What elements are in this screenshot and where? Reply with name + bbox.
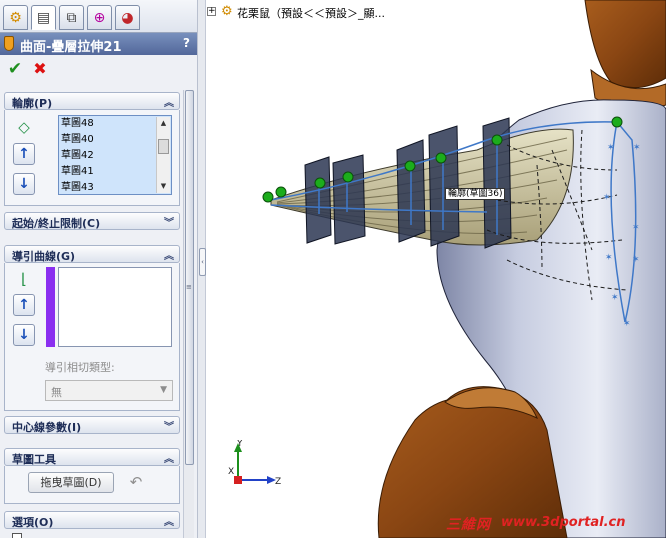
expand-chevron-icon: ︾ (164, 422, 174, 433)
guide-color-swatch (46, 267, 55, 347)
svg-text:✶: ✶ (632, 223, 640, 233)
options-group-label: 選項(O) (12, 516, 54, 529)
centerline-group-header[interactable]: 中心線參數(I) ︾ (4, 416, 180, 434)
centerline-group-label: 中心線參數(I) (12, 421, 82, 434)
chevron-down-icon: ▼ (160, 385, 167, 395)
drag-sketch-button[interactable]: 拖曳草圖(D) (28, 472, 114, 493)
undo-icon[interactable]: ↶ (126, 472, 146, 492)
expand-tree-icon[interactable]: + (207, 7, 216, 16)
list-item[interactable]: 草圖43 (61, 180, 94, 196)
move-up-button[interactable]: ↑ (13, 294, 35, 316)
profile-tooltip: 輪廓(草圖36) (445, 188, 506, 200)
property-manager-panel: ⚙ ▤ ⧉ ⊕ ◕ 曲面-疊層拉伸21 ? ✔ ✖ 輪廓(P) ︽ ◇ ↑ ↓ … (0, 0, 198, 538)
part-name: 花栗鼠（預設＜＜預設＞_顯... (237, 7, 385, 20)
tangent-type-label: 導引相切類型: (45, 361, 115, 374)
configuration-manager-icon: ⧉ (66, 9, 77, 26)
sketch-tools-group-header[interactable]: 草圖工具 ︽ (4, 448, 180, 466)
scroll-up-icon[interactable]: ▲ (157, 117, 170, 129)
tangent-type-value: 無 (51, 386, 62, 399)
collapse-panel-handle[interactable]: ‹ (199, 248, 206, 276)
feature-manager-icon: ⚙ (9, 9, 22, 26)
collapse-chevron-icon: ︽ (164, 517, 174, 528)
display-manager-tab[interactable]: ◕ (115, 5, 140, 30)
svg-text:✶: ✶ (603, 193, 611, 203)
scroll-down-icon[interactable]: ▼ (157, 180, 170, 192)
profiles-group-header[interactable]: 輪廓(P) ︽ (4, 92, 180, 110)
guides-group-label: 導引曲線(G) (12, 250, 76, 263)
sketch-tools-group-label: 草圖工具 (12, 453, 56, 466)
list-item[interactable]: 草圖41 (61, 164, 94, 180)
list-item[interactable]: 草圖48 (61, 116, 94, 132)
scroll-thumb[interactable] (158, 139, 169, 154)
collapse-chevron-icon: ︽ (164, 98, 174, 109)
collapse-chevron-icon: ︽ (164, 454, 174, 465)
x-axis-label: X (228, 467, 234, 477)
manager-tabs: ⚙ ▤ ⧉ ⊕ ◕ (0, 0, 197, 33)
move-up-button[interactable]: ↑ (13, 143, 35, 165)
list-item[interactable]: 草圖42 (61, 148, 94, 164)
collapse-chevron-icon: ︽ (164, 251, 174, 262)
help-button[interactable]: ? (183, 36, 190, 50)
svg-text:✶: ✶ (607, 143, 615, 153)
feature-title-bar: 曲面-疊層拉伸21 ? (0, 33, 197, 55)
dimxpert-icon: ⊕ (93, 9, 106, 26)
dimxpert-tab[interactable]: ⊕ (87, 5, 112, 30)
graphics-viewport[interactable]: ✶ ✶ ✶ ✶ ✶ ✶ ✶ ✶ + ⚙ 花栗鼠（預設＜＜預設＞_顯... 輪廓(草圖36… (207, 0, 666, 538)
guides-group-header[interactable]: 導引曲線(G) ︽ (4, 245, 180, 263)
grip-icon: ≡ (186, 283, 192, 291)
panel-scroll-thumb[interactable] (185, 90, 194, 465)
z-axis-label: Z (275, 477, 281, 487)
loft-surface-icon (4, 36, 14, 51)
list-item[interactable]: 草圖40 (61, 132, 94, 148)
svg-text:✶: ✶ (611, 293, 619, 303)
profiles-list[interactable]: 草圖48 草圖40 草圖42 草圖41 草圖43 ▲ ▼ (58, 115, 172, 195)
svg-text:✶: ✶ (623, 319, 631, 329)
part-icon: ⚙ (221, 4, 233, 19)
feature-title: 曲面-疊層拉伸21 (20, 40, 122, 55)
constraints-group-label: 起始/終止限制(C) (12, 217, 101, 230)
svg-text:✶: ✶ (632, 255, 640, 265)
svg-text:✶: ✶ (605, 253, 613, 263)
profiles-group-label: 輪廓(P) (12, 97, 53, 110)
profile-selection-icon: ◇ (18, 118, 30, 136)
panel-scrollbar[interactable]: ≡ (183, 90, 194, 538)
svg-text:✶: ✶ (633, 143, 641, 153)
display-manager-icon: ◕ (121, 9, 134, 26)
coordinate-triad: Y X Z (228, 440, 281, 487)
cancel-button[interactable]: ✖ (31, 60, 49, 78)
feature-manager-tab[interactable]: ⚙ (3, 5, 28, 30)
move-down-button[interactable]: ↓ (13, 324, 35, 346)
property-manager-tab[interactable]: ▤ (31, 5, 56, 30)
watermark-url: www.3dportal.cn (501, 515, 626, 530)
profiles-scrollbar[interactable]: ▲ ▼ (156, 117, 170, 193)
y-axis-label: Y (236, 440, 243, 449)
constraints-group-header[interactable]: 起始/終止限制(C) ︾ (4, 212, 180, 230)
expand-chevron-icon: ︾ (164, 218, 174, 229)
options-group-header[interactable]: 選項(O) ︽ (4, 511, 180, 529)
watermark-logo: 三維网 (446, 517, 491, 533)
configuration-manager-tab[interactable]: ⧉ (59, 5, 84, 30)
property-manager-icon: ▤ (36, 9, 51, 26)
guide-curve-icon: ⌊ (21, 270, 27, 288)
option-checkbox[interactable] (12, 533, 22, 538)
guide-curves-list[interactable] (58, 267, 172, 347)
tangent-type-select[interactable]: 無 ▼ (45, 380, 173, 401)
ok-button[interactable]: ✔ (6, 60, 24, 78)
move-down-button[interactable]: ↓ (13, 173, 35, 195)
